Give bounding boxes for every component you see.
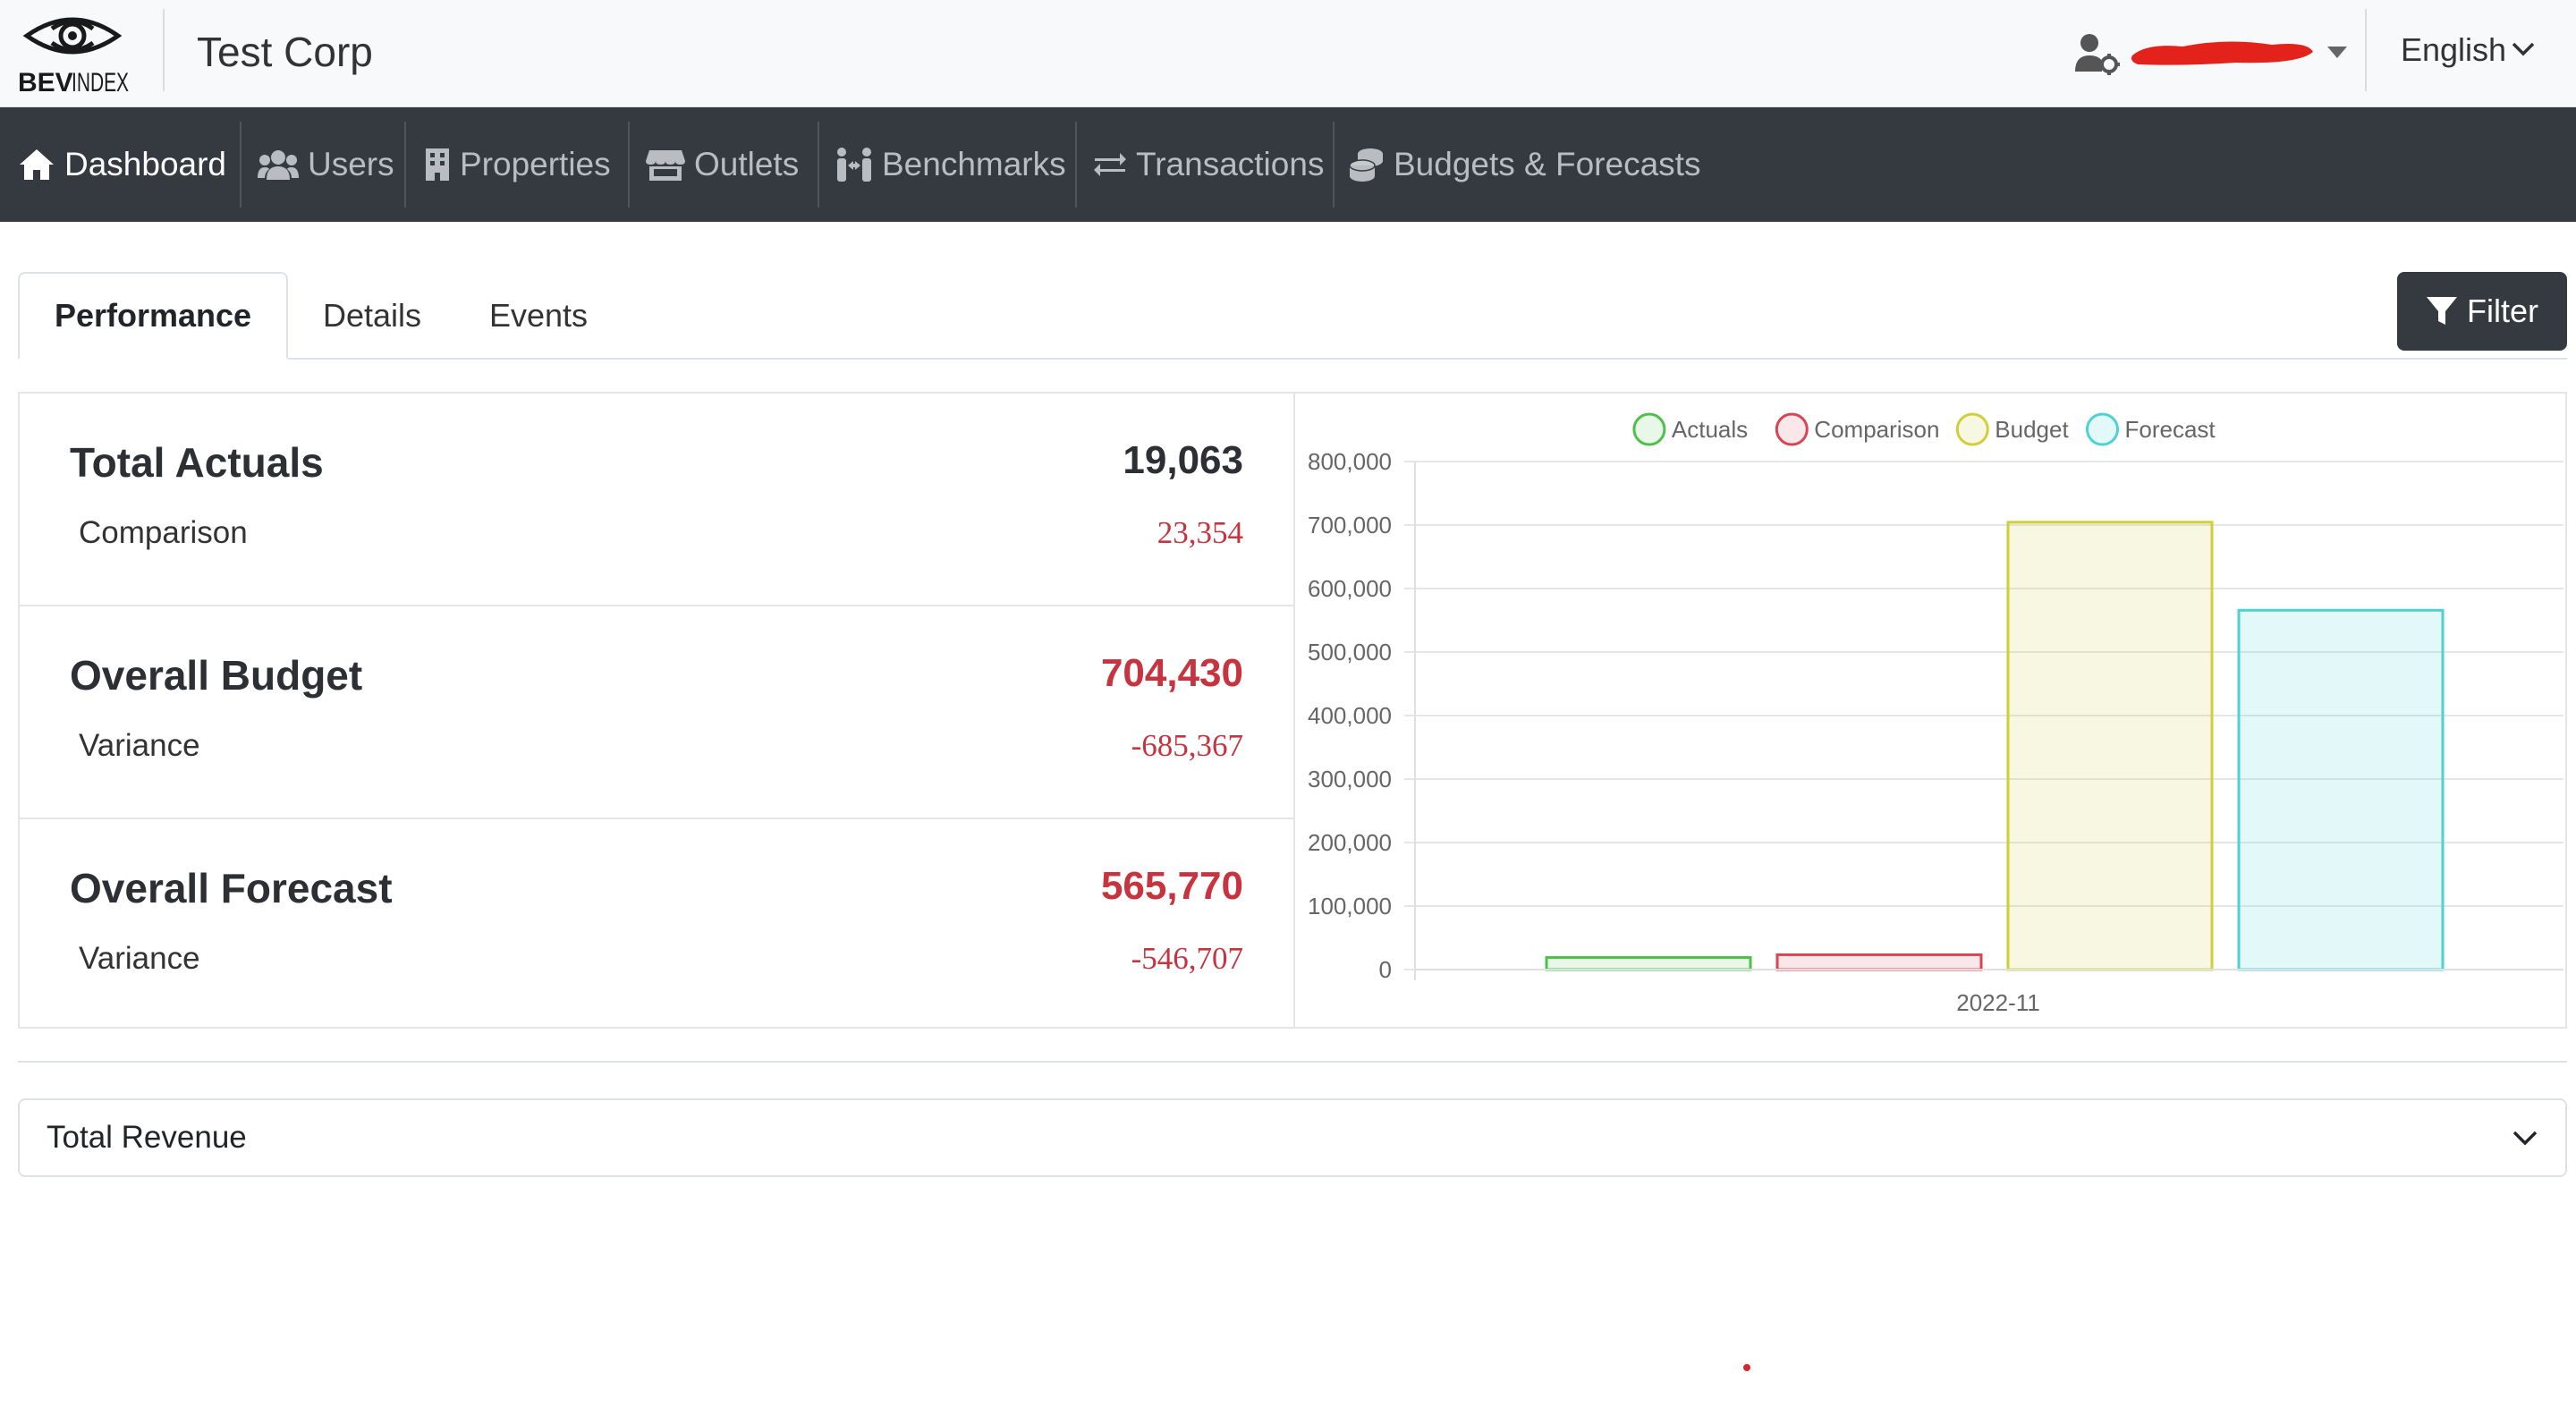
y-tick-label: 700,000 (1308, 512, 1392, 538)
nav-separator (1333, 122, 1335, 208)
bar-comparison (1775, 953, 1983, 971)
nav-budgets-forecasts[interactable]: Budgets & Forecasts (1349, 107, 1700, 222)
nav-separator (1075, 122, 1077, 208)
caret-down-icon[interactable] (2327, 47, 2347, 59)
home-icon (20, 149, 54, 180)
bar-chart-svg: 800,000 700,000 600,000 500,000 400,000 300,0… (1308, 412, 2563, 1016)
nav-benchmarks[interactable]: Benchmarks (835, 107, 1066, 222)
tab-details[interactable]: Details (301, 272, 444, 360)
accordion-label: Total Revenue (47, 1120, 247, 1155)
nav-label: Properties (460, 146, 611, 182)
nav-users[interactable]: Users (258, 107, 394, 222)
svg-text:INDEX: INDEX (72, 68, 129, 97)
total-revenue-accordion[interactable]: Total Revenue (18, 1098, 2567, 1177)
y-tick-label: 500,000 (1308, 639, 1392, 665)
y-tick-label: 600,000 (1308, 575, 1392, 602)
card-overall-forecast: Overall Forecast 565,770 Variance -546,7… (20, 818, 1293, 1029)
card-sub-label: Variance (79, 728, 200, 763)
tab-events[interactable]: Events (462, 272, 615, 360)
x-tick-label: 2022-11 (1956, 989, 2040, 1016)
nav-label: Outlets (694, 146, 800, 182)
legend-label: Comparison (1814, 416, 1939, 443)
y-tick-label: 800,000 (1308, 448, 1392, 475)
y-tick-label: 300,000 (1308, 766, 1392, 792)
company-name: Test Corp (197, 29, 373, 75)
card-title: Overall Forecast (70, 865, 393, 911)
card-title: Overall Budget (70, 652, 363, 699)
users-icon (258, 150, 299, 180)
filter-button[interactable]: Filter (2397, 272, 2567, 351)
building-icon (426, 148, 449, 181)
nav-separator (818, 122, 819, 208)
coins-icon (1349, 148, 1383, 182)
card-value: 565,770 (1100, 864, 1243, 908)
nav-dashboard[interactable]: Dashboard (18, 107, 226, 222)
legend-marker (1955, 412, 1989, 446)
filter-icon (2427, 297, 2457, 325)
legend-marker (2086, 412, 2119, 446)
nav-separator (240, 122, 242, 208)
nav-separator (404, 122, 406, 208)
header-divider (2365, 9, 2367, 91)
card-overall-budget: Overall Budget 704,430 Variance -685,367 (20, 605, 1293, 816)
user-cog-icon[interactable] (2073, 32, 2120, 75)
chevron-down-icon[interactable] (2512, 1129, 2538, 1147)
nav-label: Users (308, 146, 394, 182)
nav-label: Dashboard (64, 146, 227, 182)
exchange-icon (1094, 153, 1126, 176)
card-total-actuals: Total Actuals 19,063 Comparison 23,354 (20, 394, 1293, 605)
user-name-redacted[interactable] (2129, 36, 2317, 68)
card-sub-value: -685,367 (1131, 728, 1243, 763)
card-value: 704,430 (1100, 651, 1243, 695)
card-value: 19,063 (1123, 438, 1243, 482)
svg-text:BEV: BEV (18, 68, 73, 97)
nav-outlets[interactable]: Outlets (646, 107, 799, 222)
nav-label: Budgets & Forecasts (1394, 146, 1701, 182)
main-navbar: Dashboard Users Properties Outlets Bench… (0, 107, 2576, 222)
bevindex-logo[interactable]: BEV INDEX (16, 9, 132, 98)
y-tick-label: 200,000 (1308, 829, 1392, 856)
card-sub-value: -546,707 (1131, 941, 1243, 976)
language-select[interactable]: English (2401, 27, 2506, 73)
y-tick-label: 100,000 (1308, 893, 1392, 919)
store-icon (646, 150, 685, 181)
legend-label: Forecast (2125, 416, 2216, 443)
nav-label: Benchmarks (882, 146, 1066, 182)
summary-panel: Total Actuals 19,063 Comparison 23,354 O… (18, 392, 1295, 1029)
legend-marker (1775, 412, 1809, 446)
bar-actuals (1545, 955, 1752, 971)
card-sub-label: Comparison (79, 515, 248, 550)
bar-budget (2006, 521, 2214, 971)
card-title: Total Actuals (70, 439, 324, 486)
nav-properties[interactable]: Properties (424, 107, 611, 222)
logo-divider (163, 9, 165, 91)
nav-separator (628, 122, 630, 208)
top-header: BEV INDEX Test Corp English (0, 0, 2576, 107)
section-divider (18, 1061, 2567, 1063)
cursor-dot (1743, 1364, 1750, 1371)
y-tick-label: 400,000 (1308, 702, 1392, 729)
y-tick-label: 0 (1379, 956, 1392, 983)
card-sub-value: 23,354 (1157, 515, 1243, 550)
card-sub-label: Variance (79, 941, 200, 976)
chevron-down-icon[interactable] (2512, 41, 2535, 57)
filter-label: Filter (2467, 292, 2538, 329)
bar-forecast (2237, 608, 2445, 971)
performance-chart: 800,000 700,000 600,000 500,000 400,000 300,0… (1293, 392, 2567, 1029)
legend-label: Actuals (1672, 416, 1748, 443)
nav-transactions[interactable]: Transactions (1093, 107, 1324, 222)
nav-label: Transactions (1136, 146, 1325, 182)
tab-performance[interactable]: Performance (18, 272, 288, 360)
people-arrows-icon (837, 148, 871, 182)
legend-marker (1632, 412, 1666, 446)
legend-label: Budget (1995, 416, 2069, 443)
